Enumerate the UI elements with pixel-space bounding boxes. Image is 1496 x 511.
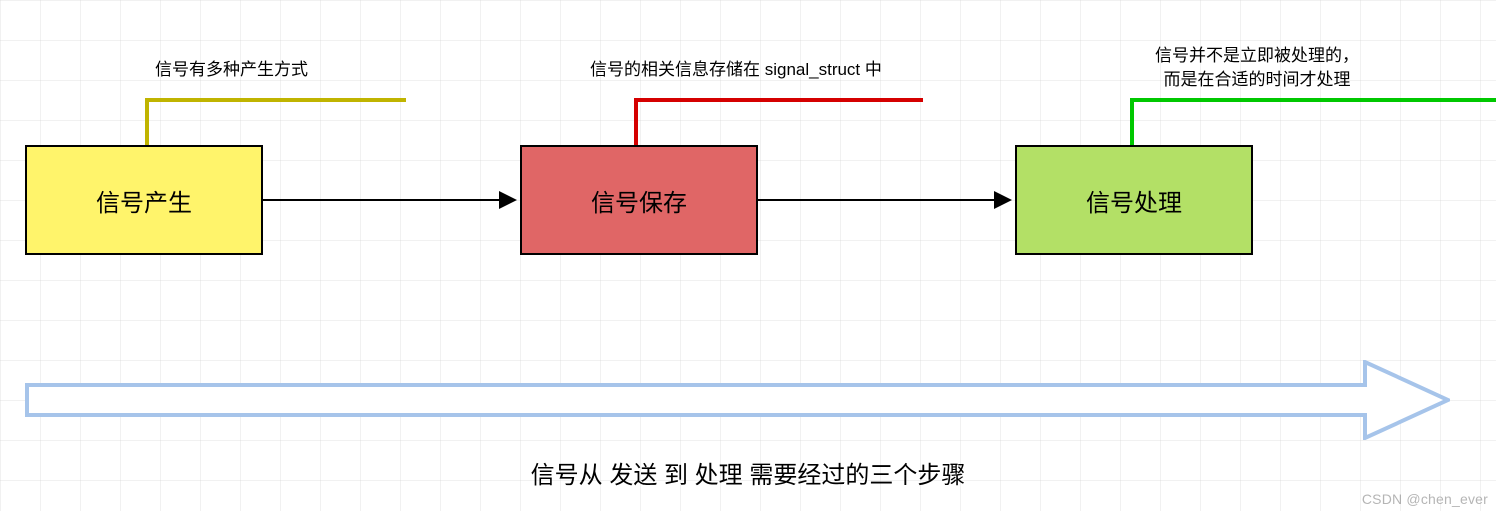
arrow-generate-to-store-line xyxy=(263,199,499,201)
arrow-store-to-process-line xyxy=(758,199,994,201)
diagram-caption: 信号从 发送 到 处理 需要经过的三个步骤 xyxy=(0,455,1496,490)
annotation-process-line2: 而是在合适的时间才处理 xyxy=(1164,70,1351,89)
timeline-arrow xyxy=(25,360,1450,440)
stage-box-generate: 信号产生 xyxy=(25,145,263,255)
stage-label-store: 信号保存 xyxy=(591,183,687,218)
callout-bracket-generate xyxy=(145,98,406,145)
stage-box-store: 信号保存 xyxy=(520,145,758,255)
callout-bracket-store xyxy=(634,98,923,145)
stage-box-process: 信号处理 xyxy=(1015,145,1253,255)
callout-bracket-process xyxy=(1130,98,1496,145)
stage-label-process: 信号处理 xyxy=(1086,183,1182,218)
arrow-store-to-process-head xyxy=(994,191,1012,209)
annotation-process: 信号并不是立即被处理的， 而是在合适的时间才处理 xyxy=(1155,44,1359,92)
stage-label-generate: 信号产生 xyxy=(96,183,192,218)
arrow-generate-to-store-head xyxy=(499,191,517,209)
annotation-generate: 信号有多种产生方式 xyxy=(155,58,308,82)
annotation-store: 信号的相关信息存储在 signal_struct 中 xyxy=(590,58,882,82)
watermark: CSDN @chen_ever xyxy=(1362,491,1488,507)
annotation-process-line1: 信号并不是立即被处理的， xyxy=(1155,46,1359,65)
